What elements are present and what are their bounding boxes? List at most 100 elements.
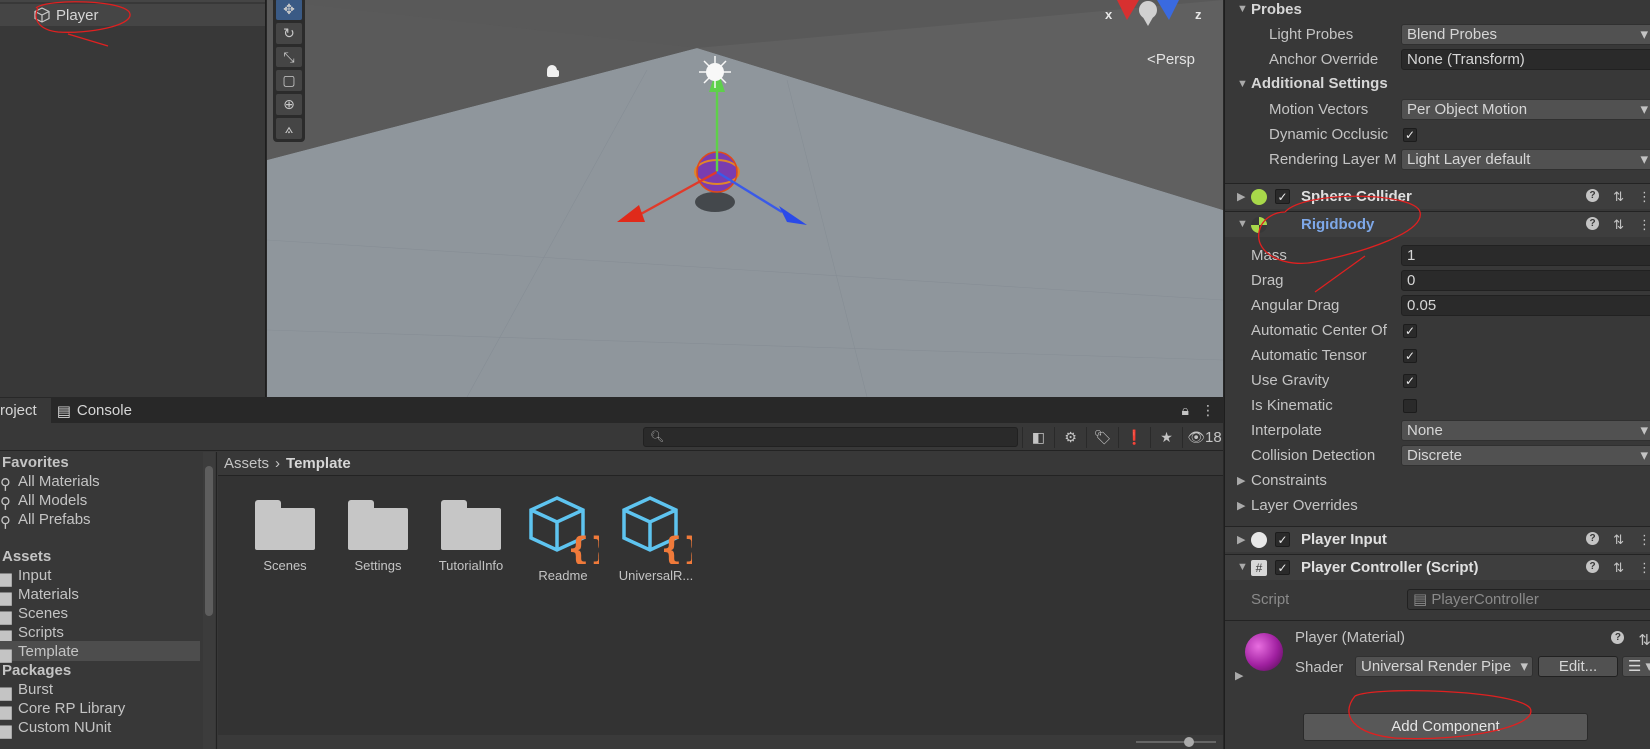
favorite-star-icon[interactable]: ★ [1150,427,1182,448]
asset-item[interactable]: {} UniversalR... [611,492,706,583]
help-icon[interactable]: ? [1586,532,1600,545]
move-tool-button[interactable]: ✥ [276,0,302,20]
layer-overrides-label[interactable]: Layer Overrides [1251,497,1358,514]
auto-center-checkbox[interactable]: ✓ [1403,324,1417,338]
constraints-fold-arrow[interactable]: ▶ [1237,474,1245,487]
tree-item-custom-nunit[interactable]: ▆ Custom NUnit [0,717,200,740]
add-component-button[interactable]: Add Component [1303,713,1588,741]
filter-by-label-icon[interactable]: 🏷︎ [1086,427,1118,448]
constraints-label[interactable]: Constraints [1251,472,1327,489]
light-probes-dropdown[interactable]: Blend Probes [1401,24,1650,45]
tree-item-all-prefabs[interactable]: ⚲ All Prefabs [0,509,200,532]
fold-arrow[interactable]: ▼ [1237,561,1248,573]
tree-item-input[interactable]: ▆ Input [0,565,200,588]
zoom-slider[interactable] [1136,737,1216,747]
collision-detection-dropdown[interactable]: Discrete [1401,445,1650,466]
tree-item-scenes[interactable]: ▆ Scenes [0,603,200,626]
more-menu-icon[interactable]: ⋮ [1638,532,1650,548]
fold-arrow[interactable]: ▶ [1237,190,1245,203]
shader-dropdown[interactable]: Universal Render Pipe [1355,656,1533,677]
rendering-layer-dropdown[interactable]: Light Layer default [1401,149,1650,170]
component-rigidbody[interactable]: ▼ Rigidbody ? ⇅ ⋮ [1225,211,1650,237]
dynamic-occlusion-checkbox[interactable]: ✓ [1403,128,1417,142]
tree-item-scripts[interactable]: ▆ Scripts [0,622,200,645]
interpolate-dropdown[interactable]: None [1401,420,1650,441]
component-player-controller[interactable]: ▼ # ✓ Player Controller (Script) ? ⇅ ⋮ [1225,554,1650,580]
transform-tool-button[interactable]: ⊕ [276,94,302,116]
tab-project[interactable]: roject [0,398,51,423]
search-input[interactable]: 🔍︎ [643,427,1018,447]
asset-item[interactable]: Scenes [240,500,330,573]
help-icon[interactable]: ? [1611,631,1625,644]
help-icon[interactable]: ? [1586,217,1600,230]
projection-toggle[interactable]: <Persp [1147,51,1195,68]
rect-tool-button[interactable]: ▢ [276,70,302,92]
breadcrumb-current[interactable]: Template [286,455,351,472]
scale-tool-button[interactable]: ⤡ [276,46,302,68]
preset-icon[interactable]: ⇅ [1613,189,1624,205]
component-player-input[interactable]: ▶ ✓ Player Input ? ⇅ ⋮ [1225,526,1650,552]
tree-item-core-rp[interactable]: ▆ Core RP Library [0,698,200,721]
tree-scrollbar[interactable] [203,452,215,749]
preset-icon[interactable]: ⇅ [1613,532,1624,548]
rigidbody-icon [1251,217,1267,233]
component-enabled-checkbox[interactable]: ✓ [1275,532,1290,547]
fold-arrow[interactable]: ▶ [1237,533,1245,546]
tree-packages-header[interactable]: Packages [0,660,200,680]
custom-tool-button[interactable]: ⟑ [276,118,302,139]
rotate-tool-button[interactable]: ↻ [276,22,302,44]
tree-assets-header[interactable]: Assets [0,546,200,566]
motion-vectors-dropdown[interactable]: Per Object Motion [1401,99,1650,120]
additional-fold-arrow[interactable]: ▼ [1237,78,1248,90]
use-gravity-checkbox[interactable]: ✓ [1403,374,1417,388]
asset-item[interactable]: {} Readme [518,492,613,583]
preset-icon[interactable]: ⇅ [1638,631,1650,649]
component-enabled-checkbox[interactable]: ✓ [1275,560,1290,575]
hierarchy-row-prev[interactable] [0,0,265,2]
preset-icon[interactable]: ⇅ [1613,217,1624,233]
tree-favorites-header[interactable]: Favorites [0,452,200,472]
more-menu-icon[interactable]: ⋮ [1638,560,1650,576]
probes-title[interactable]: Probes [1251,1,1302,18]
tree-item-burst[interactable]: ▆ Burst [0,679,200,702]
anchor-override-field[interactable]: None (Transform) [1401,49,1650,70]
tree-item-all-models[interactable]: ⚲ All Models [0,490,200,513]
layer-overrides-fold-arrow[interactable]: ▶ [1237,499,1245,512]
component-enabled-checkbox[interactable]: ✓ [1275,189,1290,204]
auto-tensor-checkbox[interactable]: ✓ [1403,349,1417,363]
tree-item-materials[interactable]: ▆ Materials [0,584,200,607]
help-icon[interactable]: ? [1586,560,1600,573]
asset-item[interactable]: Settings [333,500,423,573]
scrollbar-thumb[interactable] [205,466,213,616]
tab-console[interactable]: ▤ Console [51,398,146,423]
mass-field[interactable]: 1 [1401,245,1650,266]
lock-icon[interactable]: 🔒︎ [1182,402,1189,419]
rotate-icon: ↻ [283,24,295,41]
tree-item-template[interactable]: ▆ Template [0,641,200,663]
scene-view[interactable]: ✥ ↻ ⤡ ▢ ⊕ ⟑ x z <Persp [267,0,1223,397]
asset-item[interactable]: TutorialInfo [426,500,516,573]
filter-by-type-icon[interactable]: ⚙ [1054,427,1086,448]
angular-drag-field[interactable]: 0.05 [1401,295,1650,316]
more-menu-icon[interactable]: ⋮ [1201,402,1215,419]
additional-settings-title[interactable]: Additional Settings [1251,75,1388,92]
hidden-packages-toggle[interactable]: 👁︎ 18 [1182,427,1226,448]
breadcrumb-assets[interactable]: Assets [224,455,269,472]
more-menu-icon[interactable]: ⋮ [1638,189,1650,205]
probes-fold-arrow[interactable]: ▼ [1237,3,1248,15]
material-fold-arrow[interactable]: ▶ [1235,669,1243,682]
shader-options-dropdown[interactable]: ☰ [1622,656,1650,677]
is-kinematic-checkbox[interactable] [1403,399,1417,413]
hierarchy-item-player[interactable]: Player [0,4,265,26]
console-filter-icon[interactable]: ❗ [1118,427,1150,448]
drag-field[interactable]: 0 [1401,270,1650,291]
help-icon[interactable]: ? [1586,189,1600,202]
search-by-type-icon[interactable]: ◧ [1022,427,1054,448]
more-menu-icon[interactable]: ⋮ [1638,217,1650,233]
fold-arrow[interactable]: ▼ [1237,218,1248,230]
component-sphere-collider[interactable]: ▶ ✓ Sphere Collider ? ⇅ ⋮ [1225,183,1650,209]
edit-shader-button[interactable]: Edit... [1538,656,1618,677]
tree-item-all-materials[interactable]: ⚲ All Materials [0,471,200,494]
rect-icon: ▢ [282,72,296,89]
preset-icon[interactable]: ⇅ [1613,560,1624,576]
